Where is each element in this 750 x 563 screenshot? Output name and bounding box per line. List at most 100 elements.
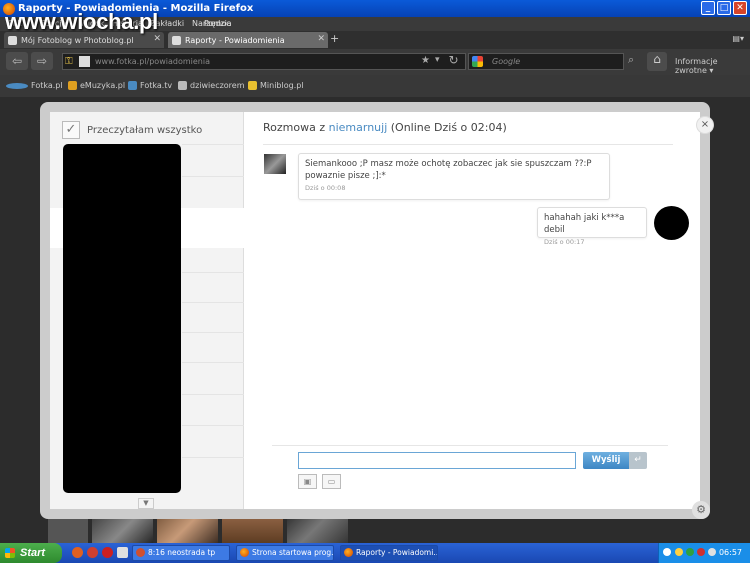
tab-label: Raporty - Powiadomienia bbox=[185, 35, 285, 45]
close-modal-button[interactable]: × bbox=[696, 116, 714, 134]
scroll-down-icon[interactable]: ▼ bbox=[138, 498, 154, 509]
header-prefix: Rozmowa z bbox=[263, 121, 326, 134]
menu-help[interactable]: Pomoc bbox=[204, 19, 231, 28]
taskbar-item-strona[interactable]: Strona startowa prog... bbox=[236, 545, 334, 561]
checkmark-icon[interactable]: ✓ bbox=[62, 121, 80, 139]
message-incoming: Siemankooo ;P masz może ochotę zobaczec … bbox=[298, 153, 610, 200]
online-status: (Online Dziś o 02:04) bbox=[390, 121, 507, 134]
divider bbox=[182, 425, 244, 426]
url-bar[interactable]: ⚿ www.fotka.pl/powiadomienia ★ ▾ bbox=[62, 53, 466, 70]
minimize-button[interactable]: _ bbox=[701, 1, 715, 15]
divider bbox=[182, 332, 244, 333]
reload-icon[interactable]: ↻ bbox=[445, 53, 462, 70]
firefox-icon bbox=[344, 548, 353, 557]
bookmark-dziwieczorem[interactable]: dziwieczorem bbox=[178, 81, 245, 90]
bookmark-fotkatv[interactable]: Fotka.tv bbox=[128, 81, 172, 90]
divider bbox=[182, 176, 244, 177]
site-favicon-icon bbox=[79, 56, 90, 67]
settings-gear-icon[interactable]: ⚙ bbox=[692, 501, 710, 519]
message-time: Dziś o 00:08 bbox=[305, 184, 346, 192]
bookmark-label: eMuzyka.pl bbox=[80, 81, 126, 90]
divider bbox=[182, 272, 244, 273]
send-button[interactable]: Wyślij bbox=[583, 452, 629, 469]
key-icon: ⚿ bbox=[65, 56, 73, 67]
new-tab-button[interactable]: + bbox=[330, 32, 339, 45]
conversation-username[interactable]: niemarnujj bbox=[329, 121, 388, 134]
quicklaunch-app-icon[interactable] bbox=[117, 547, 128, 558]
divider bbox=[182, 394, 244, 395]
emuzyka-icon bbox=[68, 81, 77, 90]
sender-avatar[interactable] bbox=[264, 154, 286, 174]
tray-antivirus-icon[interactable] bbox=[697, 548, 705, 556]
message-input[interactable] bbox=[298, 452, 576, 469]
watermark-text: www.wiocha.pl bbox=[5, 9, 158, 34]
message-outgoing: hahahah jaki k***a debil Dziś o 00:17 bbox=[537, 207, 647, 246]
firefox-icon bbox=[240, 548, 249, 557]
app-icon bbox=[136, 548, 145, 557]
bookmark-label: Fotka.pl bbox=[31, 81, 63, 90]
tab-favicon-icon bbox=[172, 35, 181, 45]
search-icon[interactable]: ⌕ bbox=[628, 53, 634, 67]
task-label: Strona startowa prog... bbox=[252, 548, 334, 557]
bookmarks-bar: Fotka.pl eMuzyka.pl Fotka.tv dziwieczore… bbox=[0, 75, 750, 97]
search-bar[interactable]: Google bbox=[468, 53, 624, 70]
bookmark-star-icon[interactable]: ★ bbox=[421, 55, 430, 66]
bookmark-fotka[interactable]: Fotka.pl bbox=[6, 81, 63, 90]
quicklaunch-opera-icon[interactable] bbox=[102, 547, 113, 558]
windows-taskbar: Start 8:16 neostrada tp Strona startowa … bbox=[0, 543, 750, 563]
divider bbox=[182, 302, 244, 303]
home-button[interactable]: ⌂ bbox=[647, 52, 667, 71]
tray-arrow-icon[interactable] bbox=[663, 548, 671, 556]
feedback-label: Informacje zwrotne bbox=[675, 57, 718, 75]
window-controls: _ □ ✕ bbox=[701, 1, 747, 15]
clock: 06:57 bbox=[718, 548, 742, 557]
url-dropdown-icon[interactable]: ▾ bbox=[435, 55, 440, 65]
fotka-icon bbox=[6, 82, 28, 89]
task-label: Raporty - Powiadomi... bbox=[356, 548, 438, 557]
tray-network-icon[interactable] bbox=[686, 548, 694, 556]
forward-button[interactable]: ⇨ bbox=[31, 52, 53, 70]
tab-label: Mój Fotoblog w Photoblog.pl bbox=[21, 35, 134, 45]
tab-list-icon[interactable]: ▤▾ bbox=[732, 34, 744, 43]
back-button[interactable]: ⇦ bbox=[6, 52, 28, 70]
image-icon[interactable]: ▣ bbox=[298, 474, 317, 489]
message-time: Dziś o 00:17 bbox=[544, 238, 585, 246]
fotkatv-icon bbox=[128, 81, 137, 90]
compose-divider bbox=[272, 445, 668, 446]
bookmark-label: Fotka.tv bbox=[140, 81, 173, 90]
divider bbox=[182, 362, 244, 363]
taskbar-item-raporty[interactable]: Raporty - Powiadomi... bbox=[340, 545, 438, 561]
enter-key-icon[interactable]: ↵ bbox=[629, 452, 647, 469]
divider bbox=[182, 457, 244, 458]
notifications-modal: ✓ Przeczytałam wszystko ▼ Rozmowa z niem… bbox=[40, 102, 714, 519]
tray-volume-icon[interactable] bbox=[708, 548, 716, 556]
tab-close-icon[interactable]: ✕ bbox=[317, 34, 325, 44]
close-window-button[interactable]: ✕ bbox=[733, 1, 747, 15]
taskbar-item-neostrada[interactable]: 8:16 neostrada tp bbox=[132, 545, 230, 561]
search-placeholder: Google bbox=[492, 57, 521, 66]
bookmark-emuzyka[interactable]: eMuzyka.pl bbox=[68, 81, 125, 90]
feedback-menu[interactable]: Informacje zwrotne ▾ bbox=[675, 57, 750, 75]
bookmark-label: Miniblog.pl bbox=[260, 81, 304, 90]
navigation-bar: ⇦ ⇨ ⚿ www.fotka.pl/powiadomienia ★ ▾ ↻ G… bbox=[0, 49, 750, 75]
tray-messenger-icon[interactable] bbox=[675, 548, 683, 556]
quicklaunch-browser-icon[interactable] bbox=[87, 547, 98, 558]
conversation-header: Rozmowa z niemarnujj (Online Dziś o 02:0… bbox=[263, 121, 507, 134]
redacted-conversation-list bbox=[63, 144, 181, 493]
message-text: hahahah jaki k***a debil bbox=[544, 213, 625, 235]
maximize-button[interactable]: □ bbox=[717, 1, 731, 15]
speech-bubble-icon[interactable]: ▭ bbox=[322, 474, 341, 489]
screen: Raporty - Powiadomienia - Mozilla Firefo… bbox=[0, 0, 750, 563]
windows-logo-icon bbox=[5, 548, 15, 558]
mark-all-read[interactable]: ✓ Przeczytałam wszystko bbox=[62, 121, 202, 139]
bookmark-miniblog[interactable]: Miniblog.pl bbox=[248, 81, 304, 90]
task-label: 8:16 neostrada tp bbox=[148, 548, 216, 557]
mark-all-read-label: Przeczytałam wszystko bbox=[87, 124, 203, 136]
quicklaunch-firefox-icon[interactable] bbox=[72, 547, 83, 558]
tab-raporty[interactable]: Raporty - Powiadomienia ✕ bbox=[168, 32, 328, 48]
own-avatar[interactable] bbox=[654, 206, 689, 240]
google-icon bbox=[472, 56, 483, 67]
start-button[interactable]: Start bbox=[0, 543, 62, 563]
divider bbox=[182, 144, 244, 145]
tab-close-icon[interactable]: ✕ bbox=[153, 34, 161, 44]
